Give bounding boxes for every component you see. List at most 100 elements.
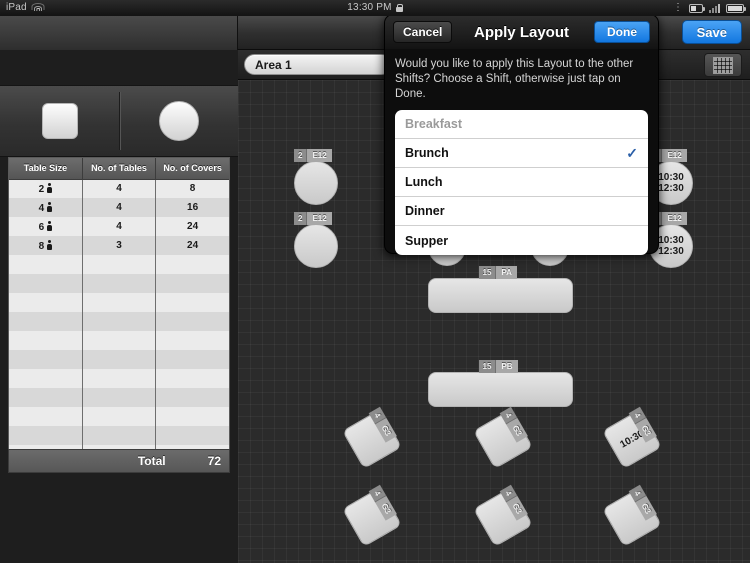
shift-option-dinner[interactable]: Dinner — [395, 197, 648, 226]
cell-table-size: 8 — [9, 236, 83, 255]
cell-table-size — [9, 369, 83, 388]
ios-status-bar: iPad 13:30 PM ⋮ — [0, 0, 750, 16]
grid-icon — [713, 56, 733, 74]
cell-table-size: 2 — [9, 179, 83, 198]
table-row — [9, 331, 229, 350]
table-row: 8 3 24 — [9, 236, 229, 255]
floor-table[interactable]: 10:30 4 G3 — [601, 406, 663, 470]
cell-no-of-covers — [155, 274, 229, 293]
cell-table-size: 4 — [9, 198, 83, 217]
bluetooth-icon: ⋮ — [673, 2, 683, 13]
dialog-title: Apply Layout — [473, 23, 569, 41]
cell-table-size — [9, 388, 83, 407]
rotation-lock-icon — [395, 4, 404, 12]
column-header-table-size: Table Size — [9, 158, 83, 180]
table-time-label: 10:30 12:30 — [658, 172, 684, 194]
cell-no-of-tables — [82, 331, 157, 350]
cell-no-of-tables — [82, 369, 157, 388]
shift-option-brunch[interactable]: Brunch ✓ — [395, 139, 648, 168]
cell-no-of-covers — [155, 388, 229, 407]
covers-table: Table Size No. of Tables No. of Covers 2… — [8, 157, 230, 473]
save-button[interactable]: Save — [681, 20, 742, 44]
square-table-shape[interactable] — [0, 86, 119, 156]
table-row — [9, 350, 229, 369]
table-row — [9, 274, 229, 293]
cell-no-of-tables — [82, 274, 157, 293]
cell-table-size — [9, 331, 83, 350]
shift-label: Lunch — [405, 175, 443, 189]
cell-no-of-covers — [155, 293, 229, 312]
table-code: E12 — [662, 212, 687, 225]
cell-table-size — [9, 274, 83, 293]
cell-no-of-tables — [82, 312, 157, 331]
cell-no-of-tables — [82, 407, 157, 426]
battery-icon — [726, 3, 746, 13]
floor-table[interactable]: 4 G3 — [472, 406, 534, 470]
floor-table[interactable]: 2 E12 — [294, 212, 338, 268]
table-row: 4 4 16 — [9, 198, 229, 217]
table-row — [9, 293, 229, 312]
table-time-label: 10:30 12:30 — [658, 235, 684, 257]
cell-table-size — [9, 426, 83, 445]
table-seat-count: 2 — [294, 149, 308, 162]
floor-table[interactable]: 4 G3 — [341, 484, 403, 548]
cell-no-of-tables: 4 — [82, 198, 157, 217]
column-header-no-of-tables: No. of Tables — [82, 158, 157, 180]
table-tag: 15 PA — [478, 266, 517, 279]
circle-icon — [158, 101, 199, 141]
floor-table[interactable]: 4 G3 — [472, 484, 534, 548]
shift-option-supper[interactable]: Supper — [395, 226, 648, 255]
floor-table[interactable]: 15 PA — [428, 266, 573, 313]
shift-option-lunch[interactable]: Lunch — [395, 168, 648, 197]
table-tag: 15 PB — [478, 360, 518, 373]
floor-table[interactable]: 4 G3 — [601, 484, 663, 548]
cell-table-size: 6 — [9, 217, 83, 236]
total-value: 72 — [207, 454, 221, 468]
totals-row: Total 72 — [8, 449, 230, 473]
cell-no-of-covers — [155, 407, 229, 426]
grid-toggle-button[interactable] — [704, 53, 742, 77]
signal-bars-icon — [709, 3, 720, 13]
dialog-body: Would you like to apply this Layout to t… — [385, 49, 658, 265]
round-table-shape[interactable] — [119, 86, 238, 156]
cell-no-of-covers — [155, 255, 229, 274]
person-icon — [47, 201, 53, 212]
cell-no-of-covers — [155, 426, 229, 445]
floor-table[interactable]: 4 G3 — [341, 406, 403, 470]
cell-no-of-covers: 16 — [155, 198, 229, 217]
shift-list: Breakfast Brunch ✓ Lunch Dinner Supper — [395, 110, 648, 255]
table-body — [294, 161, 338, 205]
cancel-button[interactable]: Cancel — [393, 21, 453, 43]
floor-table[interactable]: 15 PB — [428, 360, 573, 407]
cell-table-size — [9, 312, 83, 331]
shift-label: Breakfast — [405, 117, 462, 131]
cell-no-of-tables — [82, 388, 157, 407]
cell-table-size — [9, 293, 83, 312]
cell-no-of-tables — [82, 350, 157, 369]
floor-table[interactable]: 2 E12 — [294, 149, 338, 205]
table-row — [9, 369, 229, 388]
table-code: E12 — [662, 149, 687, 162]
person-icon — [47, 239, 53, 250]
table-row — [9, 312, 229, 331]
battery-charging-icon — [689, 3, 705, 13]
total-label: Total — [137, 454, 166, 468]
person-icon — [47, 220, 53, 231]
ipad-app-window: iPad 13:30 PM ⋮ Save Area 1 Table Size N… — [0, 0, 750, 563]
status-bar-right: ⋮ — [673, 0, 746, 16]
clock-time: 13:30 PM — [347, 2, 392, 13]
done-button[interactable]: Done — [594, 21, 650, 43]
table-code: E12 — [307, 212, 332, 225]
cell-no-of-covers — [155, 350, 229, 369]
table-row — [9, 388, 229, 407]
table-row — [9, 426, 229, 445]
table-seat-count: 2 — [294, 212, 308, 225]
table-seat-count: 15 — [478, 360, 497, 373]
cell-no-of-covers — [155, 331, 229, 350]
person-icon — [47, 182, 53, 193]
tab-area-1[interactable]: Area 1 — [244, 54, 392, 75]
shift-label: Brunch — [405, 146, 449, 160]
checkmark-icon: ✓ — [626, 144, 638, 161]
shift-option-breakfast[interactable]: Breakfast — [395, 110, 648, 139]
table-tag: 2E12 — [294, 212, 332, 225]
